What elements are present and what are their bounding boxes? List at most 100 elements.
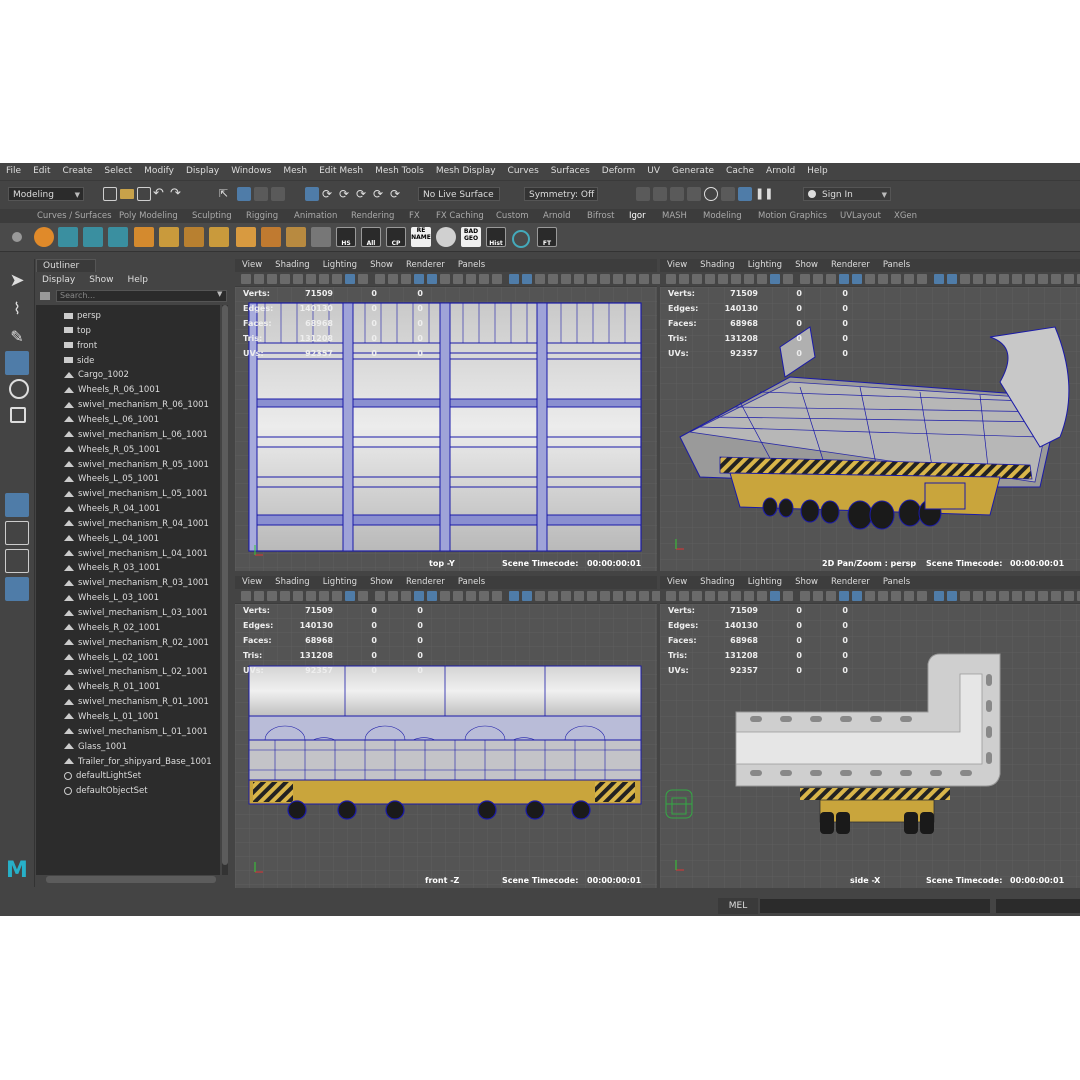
viewport-tool-icon[interactable] (679, 591, 689, 601)
viewport-tool-icon[interactable] (852, 591, 862, 601)
viewport-menu-lighting[interactable]: Lighting (741, 576, 782, 589)
snap-point-icon[interactable]: ⟳ (339, 187, 353, 201)
viewport-tool-icon[interactable] (548, 591, 558, 601)
viewport-tool-icon[interactable] (319, 274, 329, 284)
render-settings-icon[interactable] (687, 187, 701, 201)
shelf-tab-fx[interactable]: FX (409, 209, 420, 223)
viewport-menu-shading[interactable]: Shading (693, 259, 735, 272)
rotate-tool-icon[interactable] (9, 379, 29, 399)
viewport-tool-icon[interactable] (639, 591, 649, 601)
viewport-canvas[interactable]: Verts: 71509 0 0 Edges: 140130 0 0 Faces: 68968 0 0… (235, 604, 657, 888)
snap-curve-icon[interactable]: ⟳ (322, 187, 336, 201)
shelf-icon-8[interactable] (209, 227, 229, 247)
outliner-item[interactable]: swivel_mechanism_R_05_1001 (64, 458, 209, 472)
outliner-item[interactable]: Wheels_R_06_1001 (64, 383, 160, 397)
menu-create[interactable]: Create (57, 166, 99, 176)
viewport-tool-icon[interactable] (666, 591, 676, 601)
viewport-menu-panels[interactable]: Panels (876, 576, 910, 589)
viewport-tool-icon[interactable] (535, 274, 545, 284)
viewport-tool-icon[interactable] (548, 274, 558, 284)
menu-uv[interactable]: UV (641, 166, 666, 176)
all-icon[interactable]: All (361, 227, 381, 247)
viewport-tool-icon[interactable] (731, 274, 741, 284)
shelf-icon-5[interactable] (134, 227, 154, 247)
outliner-item[interactable]: defaultObjectSet (64, 784, 148, 798)
viewport-tool-icon[interactable] (917, 274, 927, 284)
viewport-tool-icon[interactable] (826, 591, 836, 601)
viewport-tool-icon[interactable] (1064, 591, 1074, 601)
rename-icon[interactable]: RE NAME (411, 227, 431, 247)
menu-cache[interactable]: Cache (720, 166, 760, 176)
viewport-tool-icon[interactable] (960, 274, 970, 284)
viewport-tool-icon[interactable] (375, 591, 385, 601)
hs-icon[interactable]: HS (336, 227, 356, 247)
outliner-item[interactable]: Wheels_R_05_1001 (64, 443, 160, 457)
shelf-icon-11[interactable] (286, 227, 306, 247)
viewport-tool-icon[interactable] (626, 591, 636, 601)
outliner-item[interactable]: Glass_1001 (64, 740, 127, 754)
shelf-icon-7[interactable] (184, 227, 204, 247)
viewport-tool-icon[interactable] (466, 591, 476, 601)
viewport-menu-view[interactable]: View (235, 576, 262, 589)
outliner-item[interactable]: Wheels_L_01_1001 (64, 710, 159, 724)
outliner-title[interactable]: Outliner (36, 259, 96, 272)
shelf-tab-rigging[interactable]: Rigging (246, 209, 278, 223)
viewport-persp[interactable]: View Shading Lighting Show Renderer Panels (660, 259, 1080, 571)
viewport-tool-icon[interactable] (878, 274, 888, 284)
outliner-item[interactable]: defaultLightSet (64, 769, 141, 783)
viewport-tool-icon[interactable] (1012, 274, 1022, 284)
viewport-canvas[interactable]: Verts: 71509 0 0 Edges: 140130 0 0 Faces: 68968 0 0… (235, 287, 657, 571)
save-scene-icon[interactable] (137, 187, 151, 201)
outliner-item[interactable]: swivel_mechanism_R_06_1001 (64, 398, 209, 412)
select-uv-icon[interactable] (271, 187, 285, 201)
shelf-tab-poly-modeling[interactable]: Poly Modeling (119, 209, 178, 223)
viewport-tool-icon[interactable] (414, 591, 424, 601)
viewport-tool-icon[interactable] (332, 591, 342, 601)
viewport-tool-icon[interactable] (388, 591, 398, 601)
outliner-item[interactable]: Wheels_L_05_1001 (64, 472, 159, 486)
viewport-tool-icon[interactable] (509, 274, 519, 284)
viewport-tool-icon[interactable] (267, 274, 277, 284)
viewport-tool-icon[interactable] (492, 591, 502, 601)
viewport-tool-icon[interactable] (1051, 274, 1061, 284)
viewport-tool-icon[interactable] (306, 591, 316, 601)
viewport-tool-icon[interactable] (783, 591, 793, 601)
viewport-tool-icon[interactable] (744, 591, 754, 601)
outliner-item[interactable]: Trailer_for_shipyard_Base_1001 (64, 755, 212, 769)
viewport-tool-icon[interactable] (666, 274, 676, 284)
shelf-icon-1[interactable] (34, 227, 54, 247)
viewport-menu-renderer[interactable]: Renderer (399, 576, 445, 589)
outliner-item[interactable]: Wheels_L_02_1001 (64, 651, 159, 665)
menu-mesh-display[interactable]: Mesh Display (430, 166, 502, 176)
shelf-tab-custom[interactable]: Custom (496, 209, 529, 223)
outliner-item[interactable]: swivel_mechanism_R_04_1001 (64, 517, 209, 531)
viewport-tool-icon[interactable] (1038, 274, 1048, 284)
viewport-front[interactable]: View Shading Lighting Show Renderer Panels (235, 576, 662, 888)
viewport-tool-icon[interactable] (757, 274, 767, 284)
viewport-tool-icon[interactable] (600, 274, 610, 284)
viewport-tool-icon[interactable] (466, 274, 476, 284)
select-component-icon[interactable] (254, 187, 268, 201)
shelf-icon-3[interactable] (83, 227, 103, 247)
viewport-tool-icon[interactable] (561, 274, 571, 284)
shelf-icon-6[interactable] (159, 227, 179, 247)
viewport-tool-icon[interactable] (587, 274, 597, 284)
viewport-menu-show[interactable]: Show (363, 576, 393, 589)
viewport-tool-icon[interactable] (813, 591, 823, 601)
viewport-menu-lighting[interactable]: Lighting (316, 576, 357, 589)
outliner-item[interactable]: swivel_mechanism_L_04_1001 (64, 547, 208, 561)
viewport-tool-icon[interactable] (878, 591, 888, 601)
viewport-tool-icon[interactable] (891, 274, 901, 284)
viewport-tool-icon[interactable] (973, 591, 983, 601)
viewport-tool-icon[interactable] (800, 274, 810, 284)
shelf-tab-animation[interactable]: Animation (294, 209, 337, 223)
viewport-tool-icon[interactable] (280, 274, 290, 284)
menu-modify[interactable]: Modify (138, 166, 180, 176)
outliner-item[interactable]: swivel_mechanism_L_06_1001 (64, 428, 208, 442)
outliner-item[interactable]: side (64, 354, 94, 368)
outliner-item[interactable]: Wheels_L_06_1001 (64, 413, 159, 427)
menu-file[interactable]: File (0, 166, 27, 176)
shelf-tab-curves-surfaces[interactable]: Curves / Surfaces (37, 209, 112, 223)
viewport-menu-panels[interactable]: Panels (876, 259, 910, 272)
menu-mesh-tools[interactable]: Mesh Tools (369, 166, 430, 176)
